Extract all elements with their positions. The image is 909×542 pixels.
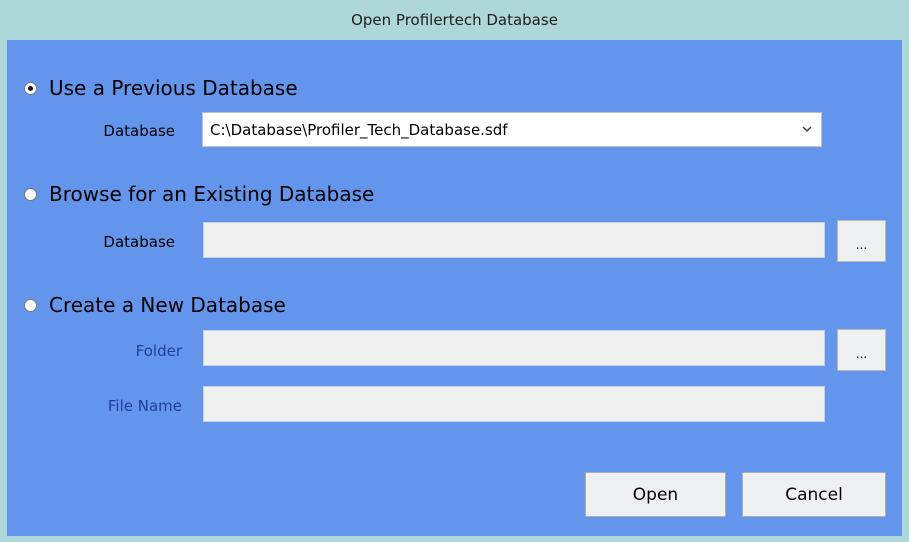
radio-browse-database[interactable] [24, 187, 37, 201]
option-create-database[interactable]: Create a New Database [24, 293, 286, 317]
radio-previous-database[interactable] [24, 81, 37, 95]
option-create-label: Create a New Database [49, 293, 286, 317]
browse-database-input[interactable] [203, 222, 825, 258]
browse-database-button-label: ... [855, 238, 868, 252]
cancel-button[interactable]: Cancel [742, 472, 886, 517]
open-button-label: Open [632, 484, 679, 505]
option-previous-label: Use a Previous Database [49, 76, 298, 100]
previous-database-label: Database [103, 122, 175, 140]
dialog-window: Open Profilertech Database Use a Previou… [0, 0, 909, 542]
cancel-button-label: Cancel [785, 484, 843, 505]
browse-database-label: Database [103, 233, 175, 251]
chevron-down-icon [802, 126, 812, 133]
option-browse-label: Browse for an Existing Database [49, 182, 375, 206]
create-folder-label: Folder [135, 342, 182, 360]
previous-database-select[interactable]: C:\Database\Profiler_Tech_Database.sdf [202, 112, 822, 147]
create-folder-browse-button-label: ... [855, 347, 868, 361]
create-folder-browse-button[interactable]: ... [837, 329, 886, 371]
create-filename-label: File Name [107, 397, 182, 415]
create-filename-input[interactable] [203, 386, 825, 422]
title-bar[interactable]: Open Profilertech Database [0, 0, 909, 40]
previous-database-value: C:\Database\Profiler_Tech_Database.sdf [210, 120, 508, 139]
create-folder-input[interactable] [203, 330, 825, 366]
browse-database-button[interactable]: ... [837, 220, 886, 262]
dialog-content: Use a Previous Database Database C:\Data… [7, 40, 902, 536]
open-button[interactable]: Open [585, 472, 726, 517]
window-title: Open Profilertech Database [351, 11, 558, 29]
option-previous-database[interactable]: Use a Previous Database [24, 76, 298, 100]
radio-create-database[interactable] [24, 298, 37, 312]
option-browse-database[interactable]: Browse for an Existing Database [24, 182, 374, 206]
